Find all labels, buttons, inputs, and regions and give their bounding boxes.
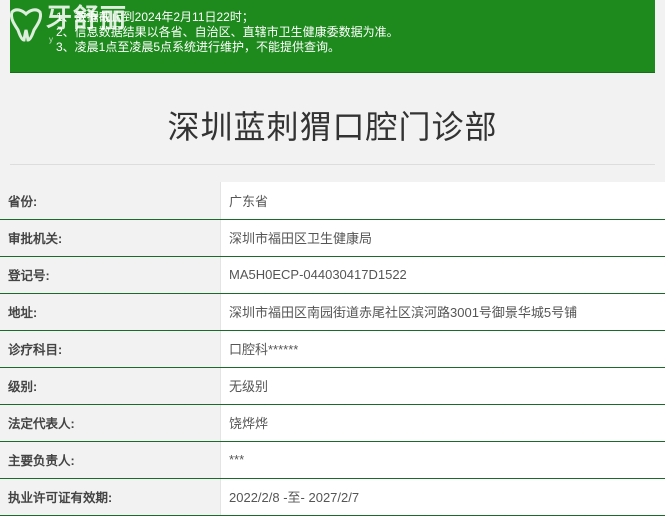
- info-table: 省份: 广东省 审批机关: 深圳市福田区卫生健康局 登记号: MA5H0ECP-…: [0, 182, 665, 516]
- table-row: 审批机关: 深圳市福田区卫生健康局: [0, 219, 665, 256]
- table-row: 级别: 无级别: [0, 367, 665, 404]
- row-label: 省份:: [0, 182, 221, 219]
- row-value: 2022/2/8 -至- 2027/2/7: [221, 478, 665, 515]
- table-row: 主要负责人: ***: [0, 441, 665, 478]
- row-label: 级别:: [0, 367, 221, 404]
- row-label: 审批机关:: [0, 219, 221, 256]
- row-label: 法定代表人:: [0, 404, 221, 441]
- row-value: 口腔科******: [221, 330, 665, 367]
- row-label: 主要负责人:: [0, 441, 221, 478]
- table-row: 执业许可证有效期: 2022/2/8 -至- 2027/2/7: [0, 478, 665, 515]
- divider: [10, 164, 655, 165]
- row-label: 地址:: [0, 293, 221, 330]
- table-row: 省份: 广东省: [0, 182, 665, 219]
- row-value: 饶烨烨: [221, 404, 665, 441]
- table-row: 法定代表人: 饶烨烨: [0, 404, 665, 441]
- row-value: ***: [221, 441, 665, 478]
- table-row: 地址: 深圳市福田区南园街道赤尾社区滨河路3001号御景华城5号铺: [0, 293, 665, 330]
- row-value: MA5H0ECP-044030417D1522: [221, 256, 665, 293]
- row-label: 诊疗科目:: [0, 330, 221, 367]
- table-row: 登记号: MA5H0ECP-044030417D1522: [0, 256, 665, 293]
- page-title: 深圳蓝刺猬口腔门诊部: [0, 88, 665, 162]
- notice-banner: 1、数据截止到2024年2月11日22时； 2、信息数据结果以各省、自治区、直辖…: [10, 0, 655, 73]
- notice-line: 1、数据截止到2024年2月11日22时；: [56, 10, 655, 25]
- row-label: 执业许可证有效期:: [0, 478, 221, 515]
- row-value: 深圳市福田区卫生健康局: [221, 219, 665, 256]
- row-value: 无级别: [221, 367, 665, 404]
- row-value: 深圳市福田区南园街道赤尾社区滨河路3001号御景华城5号铺: [221, 293, 665, 330]
- notice-line: 3、凌晨1点至凌晨5点系统进行维护，不能提供查询。: [56, 40, 655, 55]
- row-value: 广东省: [221, 182, 665, 219]
- row-label: 登记号:: [0, 256, 221, 293]
- notice-line: 2、信息数据结果以各省、自治区、直辖市卫生健康委数据为准。: [56, 25, 655, 40]
- table-row: 诊疗科目: 口腔科******: [0, 330, 665, 367]
